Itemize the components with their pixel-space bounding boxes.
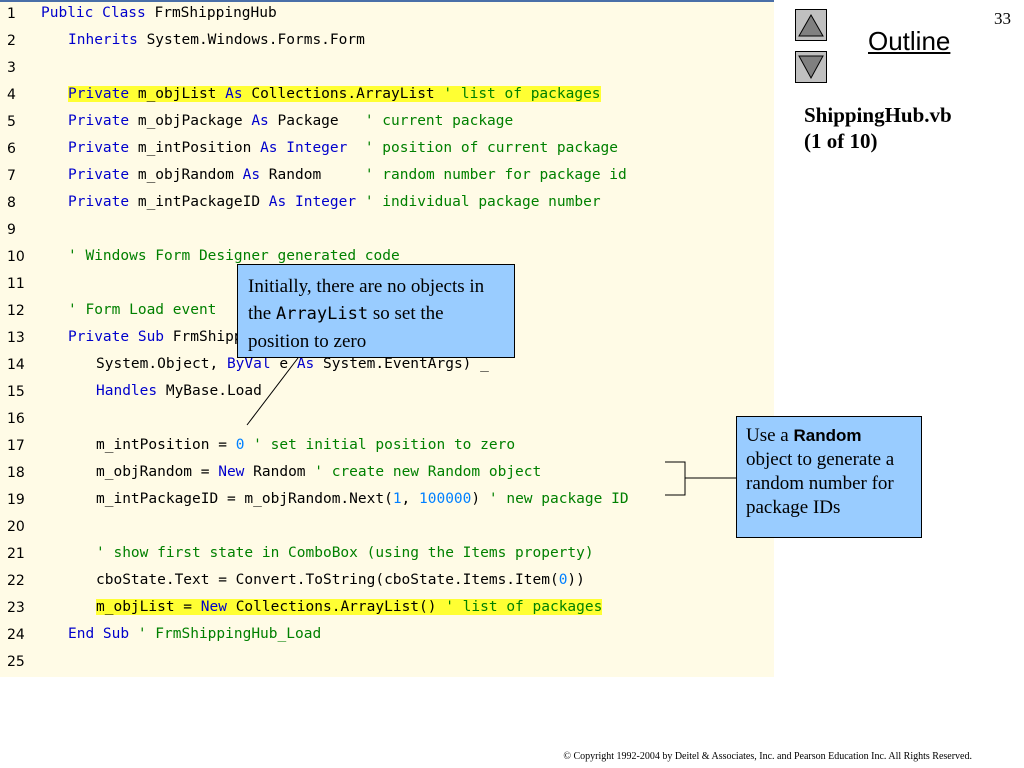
file-label-name: ShippingHub.vb [804, 103, 952, 127]
next-slide-button[interactable] [795, 51, 827, 83]
previous-slide-button[interactable] [795, 9, 827, 41]
callout-left-mono: ArrayList [275, 304, 369, 324]
triangle-down-icon [798, 55, 824, 80]
callout-right-text1: Use a [746, 425, 794, 446]
callout-right-bold: Random [793, 426, 862, 445]
callout-arraylist-note: Initially, there are no objects in the A… [237, 264, 515, 358]
file-label-part: (1 of 10) [804, 129, 878, 153]
copyright-notice: © Copyright 1992-2004 by Deitel & Associ… [563, 751, 972, 762]
outline-link[interactable]: Outline [868, 26, 950, 57]
triangle-up-icon [798, 13, 824, 37]
callout-right-text2: object to generate a random number for p… [746, 449, 895, 518]
page-number: 33 [994, 9, 1011, 28]
file-label: ShippingHub.vb (1 of 10) [804, 102, 952, 154]
callout-random-note: Use a Random object to generate a random… [736, 416, 922, 538]
